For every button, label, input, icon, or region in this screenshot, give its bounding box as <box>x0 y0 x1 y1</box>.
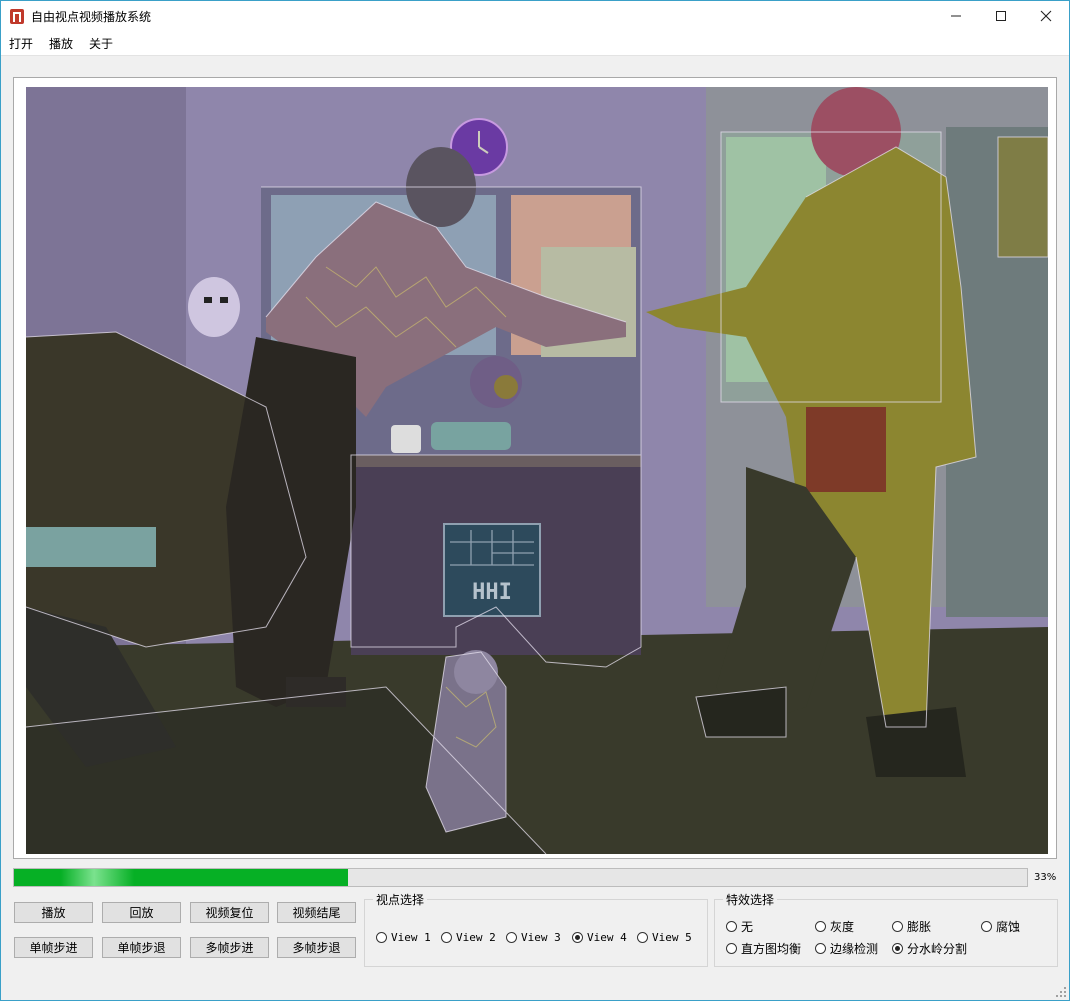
menu-bar: 打开 播放 关于 <box>1 31 1069 56</box>
radio-effect-grayscale[interactable]: 灰度 <box>815 918 854 934</box>
playback-progress-bar[interactable] <box>13 868 1028 887</box>
radio-label: 分水岭分割 <box>907 941 968 956</box>
progress-fill <box>14 869 349 886</box>
viewpoint-group: 视点选择 View 1 View 2 View 3 View 4 View 5 <box>364 891 708 967</box>
play-button[interactable]: 播放 <box>14 902 93 923</box>
radio-circle <box>892 920 903 932</box>
radio-circle <box>815 920 826 932</box>
radio-effect-watershed[interactable]: 分水岭分割 <box>892 940 967 956</box>
radio-circle <box>572 931 583 943</box>
radio-effect-edge-detection[interactable]: 边缘检测 <box>815 940 878 956</box>
radio-circle <box>506 931 517 943</box>
maximize-icon <box>996 11 1006 21</box>
radio-view-1[interactable]: View 1 <box>376 929 431 945</box>
video-reset-button[interactable]: 视频复位 <box>190 902 269 923</box>
multi-step-forward-button[interactable]: 多帧步进 <box>190 937 269 958</box>
app-icon <box>10 9 24 24</box>
menu-about[interactable]: 关于 <box>89 35 113 52</box>
multi-step-back-button[interactable]: 多帧步退 <box>277 937 356 958</box>
radio-circle <box>981 920 992 932</box>
radio-label: View 3 <box>521 930 561 944</box>
radio-label: 膨胀 <box>907 919 932 934</box>
radio-effect-dilate[interactable]: 膨胀 <box>892 918 931 934</box>
video-display[interactable]: HHI <box>26 87 1048 854</box>
radio-effect-histogram-equalization[interactable]: 直方图均衡 <box>726 940 801 956</box>
radio-circle <box>892 942 903 954</box>
radio-label: View 5 <box>652 930 692 944</box>
progress-percent-label: 33% <box>1034 872 1057 883</box>
radio-view-3[interactable]: View 3 <box>506 929 561 945</box>
radio-label: View 2 <box>456 930 496 944</box>
hhi-sign-text: HHI <box>472 580 512 605</box>
close-button[interactable] <box>1023 1 1069 31</box>
radio-label: View 4 <box>587 930 627 944</box>
single-step-forward-button[interactable]: 单帧步进 <box>14 937 93 958</box>
radio-selected-dot <box>575 934 580 940</box>
radio-label: 腐蚀 <box>996 919 1021 934</box>
replay-button[interactable]: 回放 <box>102 902 181 923</box>
video-frame: HHI <box>13 77 1057 859</box>
radio-view-4[interactable]: View 4 <box>572 929 627 945</box>
radio-selected-dot <box>895 945 900 951</box>
effects-group-title: 特效选择 <box>723 891 778 908</box>
menu-open[interactable]: 打开 <box>9 35 33 52</box>
minimize-icon <box>951 15 961 17</box>
radio-circle <box>726 920 737 932</box>
title-bar[interactable]: 自由视点视频播放系统 <box>1 1 1069 31</box>
radio-circle <box>376 931 387 943</box>
radio-label: View 1 <box>391 930 431 944</box>
video-end-button[interactable]: 视频结尾 <box>277 902 356 923</box>
effects-group: 特效选择 无 灰度 膨胀 腐蚀 直方图均衡 边缘检测 分水岭分割 <box>714 891 1058 967</box>
resize-grip-icon[interactable] <box>1056 987 1066 997</box>
radio-label: 灰度 <box>830 919 855 934</box>
close-icon <box>1040 10 1052 22</box>
minimize-button[interactable] <box>933 1 979 31</box>
viewpoint-group-title: 视点选择 <box>373 891 428 908</box>
window-title: 自由视点视频播放系统 <box>31 10 152 24</box>
single-step-back-button[interactable]: 单帧步退 <box>102 937 181 958</box>
radio-circle <box>637 931 648 943</box>
main-window: 自由视点视频播放系统 打开 播放 关于 HHI 33% 播放 回放 视频复位 视… <box>0 0 1070 1001</box>
radio-effect-erode[interactable]: 腐蚀 <box>981 918 1020 934</box>
menu-play[interactable]: 播放 <box>49 35 73 52</box>
radio-circle <box>441 931 452 943</box>
maximize-button[interactable] <box>978 1 1024 31</box>
radio-effect-none[interactable]: 无 <box>726 918 753 934</box>
radio-view-5[interactable]: View 5 <box>637 929 692 945</box>
radio-circle <box>815 942 826 954</box>
radio-label: 直方图均衡 <box>741 941 802 956</box>
video-frame-image: HHI <box>26 87 1048 854</box>
radio-label: 边缘检测 <box>830 941 879 956</box>
radio-view-2[interactable]: View 2 <box>441 929 496 945</box>
radio-circle <box>726 942 737 954</box>
radio-label: 无 <box>741 919 754 934</box>
